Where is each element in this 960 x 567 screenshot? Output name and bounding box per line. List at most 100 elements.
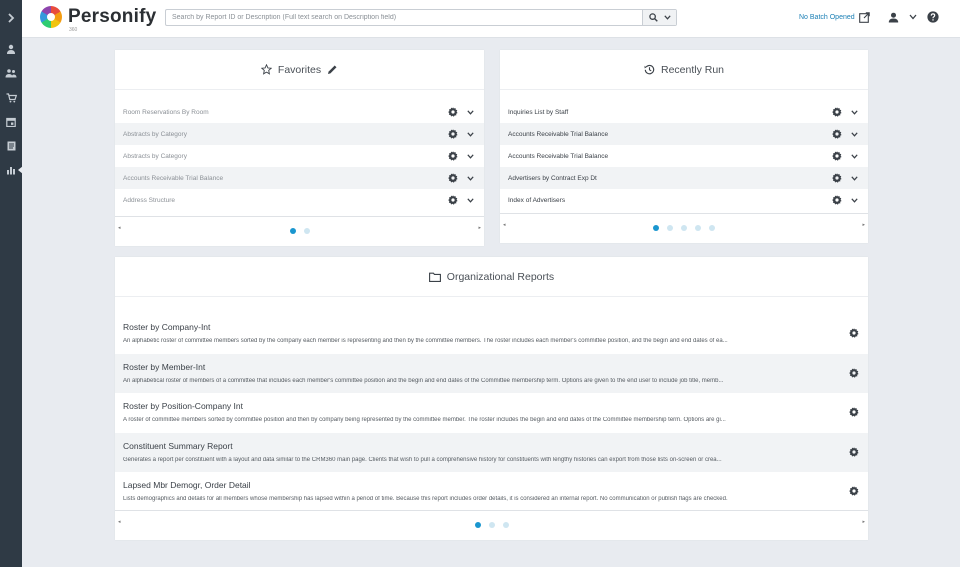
page-dot-4[interactable] xyxy=(695,225,701,231)
next-page-arrow[interactable]: ▸ xyxy=(862,519,865,525)
star-icon xyxy=(260,64,272,75)
chevron-down-icon[interactable] xyxy=(851,131,858,137)
folder-icon xyxy=(428,272,441,282)
list-item[interactable]: Accounts Receivable Trial Balance xyxy=(115,167,484,189)
report-search xyxy=(165,9,677,26)
list-item[interactable]: Accounts Receivable Trial Balance xyxy=(500,145,868,167)
gear-icon[interactable] xyxy=(448,195,458,205)
batch-link[interactable]: No Batch Opened xyxy=(799,12,870,23)
chevron-down-icon[interactable] xyxy=(851,197,858,203)
chevron-down-icon[interactable] xyxy=(851,109,858,115)
report-title: Roster by Member-Int xyxy=(123,361,206,372)
list-item[interactable]: Index of Advertisers xyxy=(500,189,868,211)
chevron-down-icon xyxy=(663,15,671,20)
page-dot-2[interactable] xyxy=(488,522,495,528)
page-dot-1[interactable] xyxy=(653,225,659,231)
people-icon[interactable] xyxy=(0,65,22,81)
report-name: Room Reservations By Room xyxy=(123,108,209,116)
list-item[interactable]: Roster by Member-Int An alphabetical ros… xyxy=(115,353,868,393)
chevron-down-icon[interactable] xyxy=(467,109,474,115)
report-description: Lists demographics and details for all m… xyxy=(123,496,728,502)
gear-icon[interactable] xyxy=(849,407,859,417)
report-name: Advertisers by Contract Exp Dt xyxy=(508,174,597,182)
list-item[interactable]: Abstracts by Category xyxy=(115,123,484,145)
active-indicator xyxy=(18,166,23,174)
report-description: Generates a report per constituent with … xyxy=(123,456,722,463)
favorites-pager: ◂ ▸ xyxy=(115,216,484,246)
history-icon xyxy=(644,64,655,75)
user-icon[interactable] xyxy=(888,12,899,23)
list-item[interactable]: Roster by Company-Int An alphabetic rost… xyxy=(115,314,868,354)
gear-icon[interactable] xyxy=(448,129,458,139)
chevron-down-icon[interactable] xyxy=(467,197,474,203)
list-item[interactable]: Constituent Summary Report Generates a r… xyxy=(115,432,868,472)
favorites-title: Favorites xyxy=(277,63,322,76)
page-dot-3[interactable] xyxy=(502,522,509,528)
gear-icon[interactable] xyxy=(448,151,458,161)
report-name: Accounts Receivable Trial Balance xyxy=(508,152,609,160)
next-page-arrow[interactable]: ▸ xyxy=(478,225,481,231)
page-dot-3[interactable] xyxy=(681,225,687,231)
pagination-dots xyxy=(115,228,484,234)
pagination-dots xyxy=(500,225,868,231)
favorites-header: Favorites xyxy=(115,50,484,90)
report-name: Inquiries List by Staff xyxy=(508,108,569,116)
chevron-down-icon[interactable] xyxy=(467,153,474,159)
gear-icon[interactable] xyxy=(849,446,859,457)
list-item[interactable]: Inquiries List by Staff xyxy=(500,101,868,123)
page-dot-1[interactable] xyxy=(289,228,296,234)
gear-icon[interactable] xyxy=(832,151,842,161)
list-item[interactable]: Advertisers by Contract Exp Dt xyxy=(500,167,868,189)
list-item[interactable]: Roster by Position-Company Int A roster … xyxy=(115,393,868,433)
page-dot-2[interactable] xyxy=(667,225,673,231)
help-icon[interactable] xyxy=(927,11,939,23)
report-title: Roster by Position-Company Int xyxy=(123,401,243,411)
user-menu-chevron-icon[interactable] xyxy=(909,14,917,20)
gear-icon[interactable] xyxy=(832,107,842,117)
gear-icon[interactable] xyxy=(448,107,458,117)
gear-icon[interactable] xyxy=(832,195,842,205)
chevron-down-icon[interactable] xyxy=(467,175,474,181)
list-item[interactable]: Lapsed Mbr Demogr, Order Detail Lists de… xyxy=(115,472,868,512)
gear-icon[interactable] xyxy=(832,173,842,183)
page-dot-5[interactable] xyxy=(709,225,715,231)
pagination-dots xyxy=(115,522,868,528)
side-nav xyxy=(0,0,23,567)
page-dot-1[interactable] xyxy=(474,522,481,528)
report-name: Accounts Receivable Trial Balance xyxy=(508,130,609,138)
search-button[interactable] xyxy=(642,10,676,25)
report-description: A roster of committee members sorted by … xyxy=(123,417,726,423)
expand-icon[interactable] xyxy=(0,10,22,26)
list-item[interactable]: Room Reservations By Room xyxy=(115,101,484,123)
list-item[interactable]: Accounts Receivable Trial Balance xyxy=(500,123,868,145)
gear-icon[interactable] xyxy=(849,328,859,338)
gear-icon[interactable] xyxy=(448,173,458,183)
edit-pencil-icon[interactable] xyxy=(327,64,338,75)
search-input[interactable] xyxy=(166,10,642,25)
chevron-down-icon[interactable] xyxy=(851,153,858,159)
document-icon[interactable] xyxy=(0,138,22,154)
page-dot-2[interactable] xyxy=(303,228,310,234)
report-name: Address Structure xyxy=(123,196,176,204)
logo-wheel-icon xyxy=(40,6,62,28)
report-title: Roster by Company-Int xyxy=(123,322,211,332)
batch-status-label: No Batch Opened xyxy=(799,14,855,21)
brand-logo[interactable]: Personify 360 xyxy=(40,6,156,33)
organizational-reports-header: Organizational Reports xyxy=(115,257,868,297)
organizational-reports-title: Organizational Reports xyxy=(446,270,555,283)
list-item[interactable]: Address Structure xyxy=(115,189,484,211)
calendar-icon[interactable] xyxy=(0,114,22,130)
chevron-down-icon[interactable] xyxy=(851,175,858,181)
cart-icon[interactable] xyxy=(0,90,22,106)
open-external-icon xyxy=(858,12,870,23)
organizational-reports-list: Roster by Company-Int An alphabetic rost… xyxy=(115,314,868,512)
gear-icon[interactable] xyxy=(849,367,859,378)
chevron-down-icon[interactable] xyxy=(467,131,474,137)
report-description: An alphabetical roster of members of a c… xyxy=(123,377,724,384)
person-icon[interactable] xyxy=(0,41,22,57)
favorites-card: Favorites Room Reservations By Room Abst… xyxy=(115,50,484,246)
gear-icon[interactable] xyxy=(849,486,859,496)
gear-icon[interactable] xyxy=(832,129,842,139)
next-page-arrow[interactable]: ▸ xyxy=(862,222,865,228)
list-item[interactable]: Abstracts by Category xyxy=(115,145,484,167)
